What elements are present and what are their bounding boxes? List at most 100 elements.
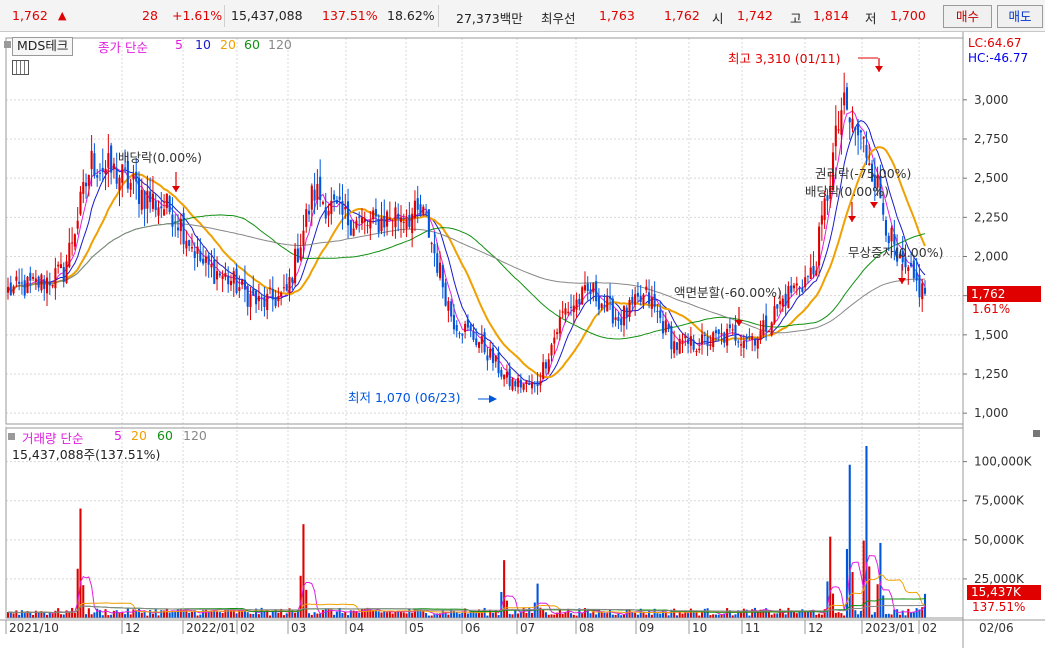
low-annotation: 최저 1,070 (06/23) xyxy=(348,390,461,405)
vol-ma5-legend: 5 xyxy=(114,428,122,443)
candle-body xyxy=(450,301,453,317)
volume-bar xyxy=(249,613,252,618)
candle-body xyxy=(458,333,461,335)
candle-body xyxy=(307,210,311,215)
candle-body xyxy=(648,292,651,304)
rights-annotation: 권리락(-75.00%) xyxy=(815,166,911,181)
candle-body xyxy=(806,275,809,277)
candle-body xyxy=(374,209,377,217)
candle-body xyxy=(6,287,10,293)
candle-body xyxy=(207,255,210,265)
buy-button[interactable]: 매수 xyxy=(943,5,992,28)
volume-bar xyxy=(235,613,238,618)
volume-bar xyxy=(294,612,297,618)
high-label: 고 xyxy=(790,11,802,26)
low-price: 1,700 xyxy=(890,8,926,23)
candle-body xyxy=(146,190,149,209)
volume-bar xyxy=(380,612,383,618)
lc-label: LC:64.67 xyxy=(968,36,1022,50)
candle-body xyxy=(581,287,584,305)
volume-bar xyxy=(79,508,82,618)
data-table-icon[interactable] xyxy=(12,60,29,75)
candle-body xyxy=(324,207,327,219)
volume-bar xyxy=(319,613,322,618)
candle-body xyxy=(137,177,141,204)
candle-body xyxy=(266,293,269,311)
time-tick-label: 06 xyxy=(465,621,480,635)
candle-body xyxy=(59,264,62,269)
vol-ma20-legend: 20 xyxy=(131,428,147,443)
candle-body xyxy=(753,338,757,346)
candle-body xyxy=(285,284,288,291)
volume-bar xyxy=(706,608,709,618)
time-tick-label: 07 xyxy=(520,621,535,635)
up-arrow-icon: ▲ xyxy=(58,9,67,22)
candle-body xyxy=(561,311,564,313)
candle-body xyxy=(726,328,729,346)
volume-bar xyxy=(873,612,876,618)
candle-body xyxy=(372,210,375,220)
candle-body xyxy=(519,379,522,388)
candle-body xyxy=(893,234,896,245)
candle-body xyxy=(280,292,283,297)
candle-body xyxy=(756,340,759,349)
candle-body xyxy=(734,324,737,341)
candle-body xyxy=(394,207,397,228)
stock-chart[interactable]: 3,0002,7502,5002,2502,0001,7501,5001,250… xyxy=(0,32,1045,648)
candle-body xyxy=(411,213,414,234)
candle-body xyxy=(804,277,807,288)
candle-body xyxy=(455,325,458,331)
candle-body xyxy=(291,277,294,283)
candle-body xyxy=(508,368,511,387)
volume-bar xyxy=(795,613,798,618)
stock-name[interactable]: MDS테크 xyxy=(12,37,74,56)
candle-body xyxy=(840,110,843,135)
candle-body xyxy=(706,336,709,347)
candle-body xyxy=(34,278,37,282)
panel-marker-icon xyxy=(8,433,15,440)
collapse-icon[interactable] xyxy=(1033,430,1040,437)
candle-body xyxy=(497,352,500,374)
price-tick-label: 2,250 xyxy=(974,210,1008,224)
candle-body xyxy=(611,298,614,324)
volume-bar xyxy=(433,614,436,618)
candle-body xyxy=(500,369,503,377)
volume-bar xyxy=(692,612,695,618)
candle-body xyxy=(176,227,180,231)
volume-bar xyxy=(781,612,784,618)
price-change: 28 xyxy=(142,8,158,23)
volume-bar xyxy=(112,610,115,618)
candle-body xyxy=(140,189,143,210)
candle-body xyxy=(606,296,609,312)
candle-body xyxy=(380,217,383,232)
volume-bar xyxy=(12,613,15,618)
volume-bar xyxy=(188,612,191,618)
volume-bar xyxy=(645,614,648,618)
volume-tick-label: 50,000K xyxy=(974,533,1025,547)
volume-bar xyxy=(511,614,514,618)
volume-bar xyxy=(798,612,801,618)
volume-bar xyxy=(140,612,143,618)
sell-button[interactable]: 매도 xyxy=(997,5,1043,28)
candle-body xyxy=(631,296,634,304)
candle-body xyxy=(115,169,118,184)
time-tick-label: 03 xyxy=(291,621,306,635)
candle-body xyxy=(341,201,344,215)
candle-body xyxy=(347,201,350,226)
volume-bar xyxy=(71,607,74,618)
candle-body xyxy=(82,181,85,194)
candle-body xyxy=(569,306,573,308)
candle-body xyxy=(98,172,102,174)
candle-body xyxy=(48,282,51,286)
volume-bar xyxy=(859,610,862,618)
volume-bar xyxy=(129,614,132,618)
candle-body xyxy=(154,201,157,211)
candle-body xyxy=(843,92,846,106)
candle-body xyxy=(243,279,246,290)
candle-body xyxy=(798,287,801,289)
candle-body xyxy=(452,315,455,330)
candle-body xyxy=(79,191,82,215)
candle-body xyxy=(700,334,704,345)
candle-body xyxy=(313,189,316,201)
candle-body xyxy=(444,282,447,306)
